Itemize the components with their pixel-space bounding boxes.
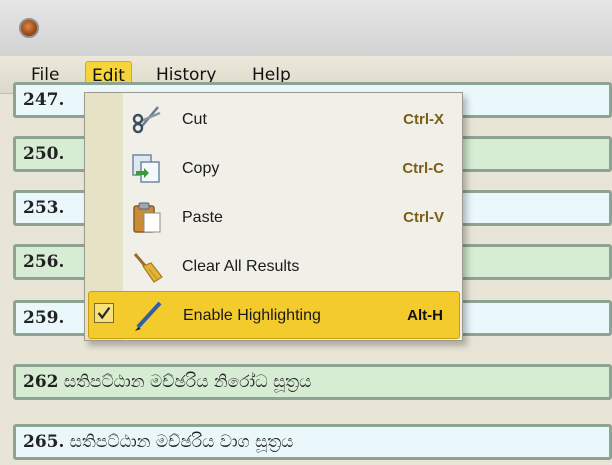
menu-item-label: Copy xyxy=(182,160,220,177)
menu-item-enable-highlighting[interactable]: Enable Highlighting Alt-H xyxy=(88,291,460,339)
shortcut-label: Ctrl-X xyxy=(403,111,444,128)
title-bar xyxy=(0,0,612,56)
menu-item-cut[interactable]: Cut Ctrl-X xyxy=(88,96,460,144)
pen-icon xyxy=(135,301,162,331)
shortcut-label: Alt-H xyxy=(407,307,443,324)
paste-icon xyxy=(133,202,161,233)
menu-item-clear-all-results[interactable]: Clear All Results xyxy=(88,243,460,291)
result-number: 247. xyxy=(23,90,65,110)
result-number: 265. xyxy=(23,432,65,452)
result-number: 253. xyxy=(23,198,65,218)
result-number: 250. xyxy=(23,144,65,164)
menu-item-paste[interactable]: Paste Ctrl-V xyxy=(88,194,460,242)
checkmark-icon[interactable] xyxy=(94,303,114,323)
copy-icon xyxy=(132,154,160,183)
result-number: 262 xyxy=(23,372,59,392)
menu-item-copy[interactable]: Copy Ctrl-C xyxy=(88,145,460,193)
shortcut-label: Ctrl-V xyxy=(403,209,444,226)
menu-item-label: Paste xyxy=(182,209,223,226)
app-icon[interactable] xyxy=(19,18,39,38)
menu-item-label: Cut xyxy=(182,111,207,128)
result-title: සතිපට්ඨාන මච්ඡරිය නිරෝධ සූත්‍රය xyxy=(58,372,312,392)
broom-icon xyxy=(133,253,163,283)
result-number: 256. xyxy=(23,252,65,272)
shortcut-label: Ctrl-C xyxy=(402,160,444,177)
edit-menu-dropdown: Cut Ctrl-X Copy Ctrl-C Paste Ctrl-V Clea… xyxy=(84,92,463,341)
menu-item-label: Enable Highlighting xyxy=(183,307,321,324)
result-row[interactable]: 265. සතිපට්ඨාන මච්ඡරිය වාග සූත්‍රය xyxy=(13,424,612,460)
menu-item-label: Clear All Results xyxy=(182,258,300,275)
scissors-icon xyxy=(132,106,161,134)
result-title: සතිපට්ඨාන මච්ඡරිය වාග සූත්‍රය xyxy=(64,432,294,452)
result-row[interactable]: 262 සතිපට්ඨාන මච්ඡරිය නිරෝධ සූත්‍රය xyxy=(13,364,612,400)
result-number: 259. xyxy=(23,308,65,328)
